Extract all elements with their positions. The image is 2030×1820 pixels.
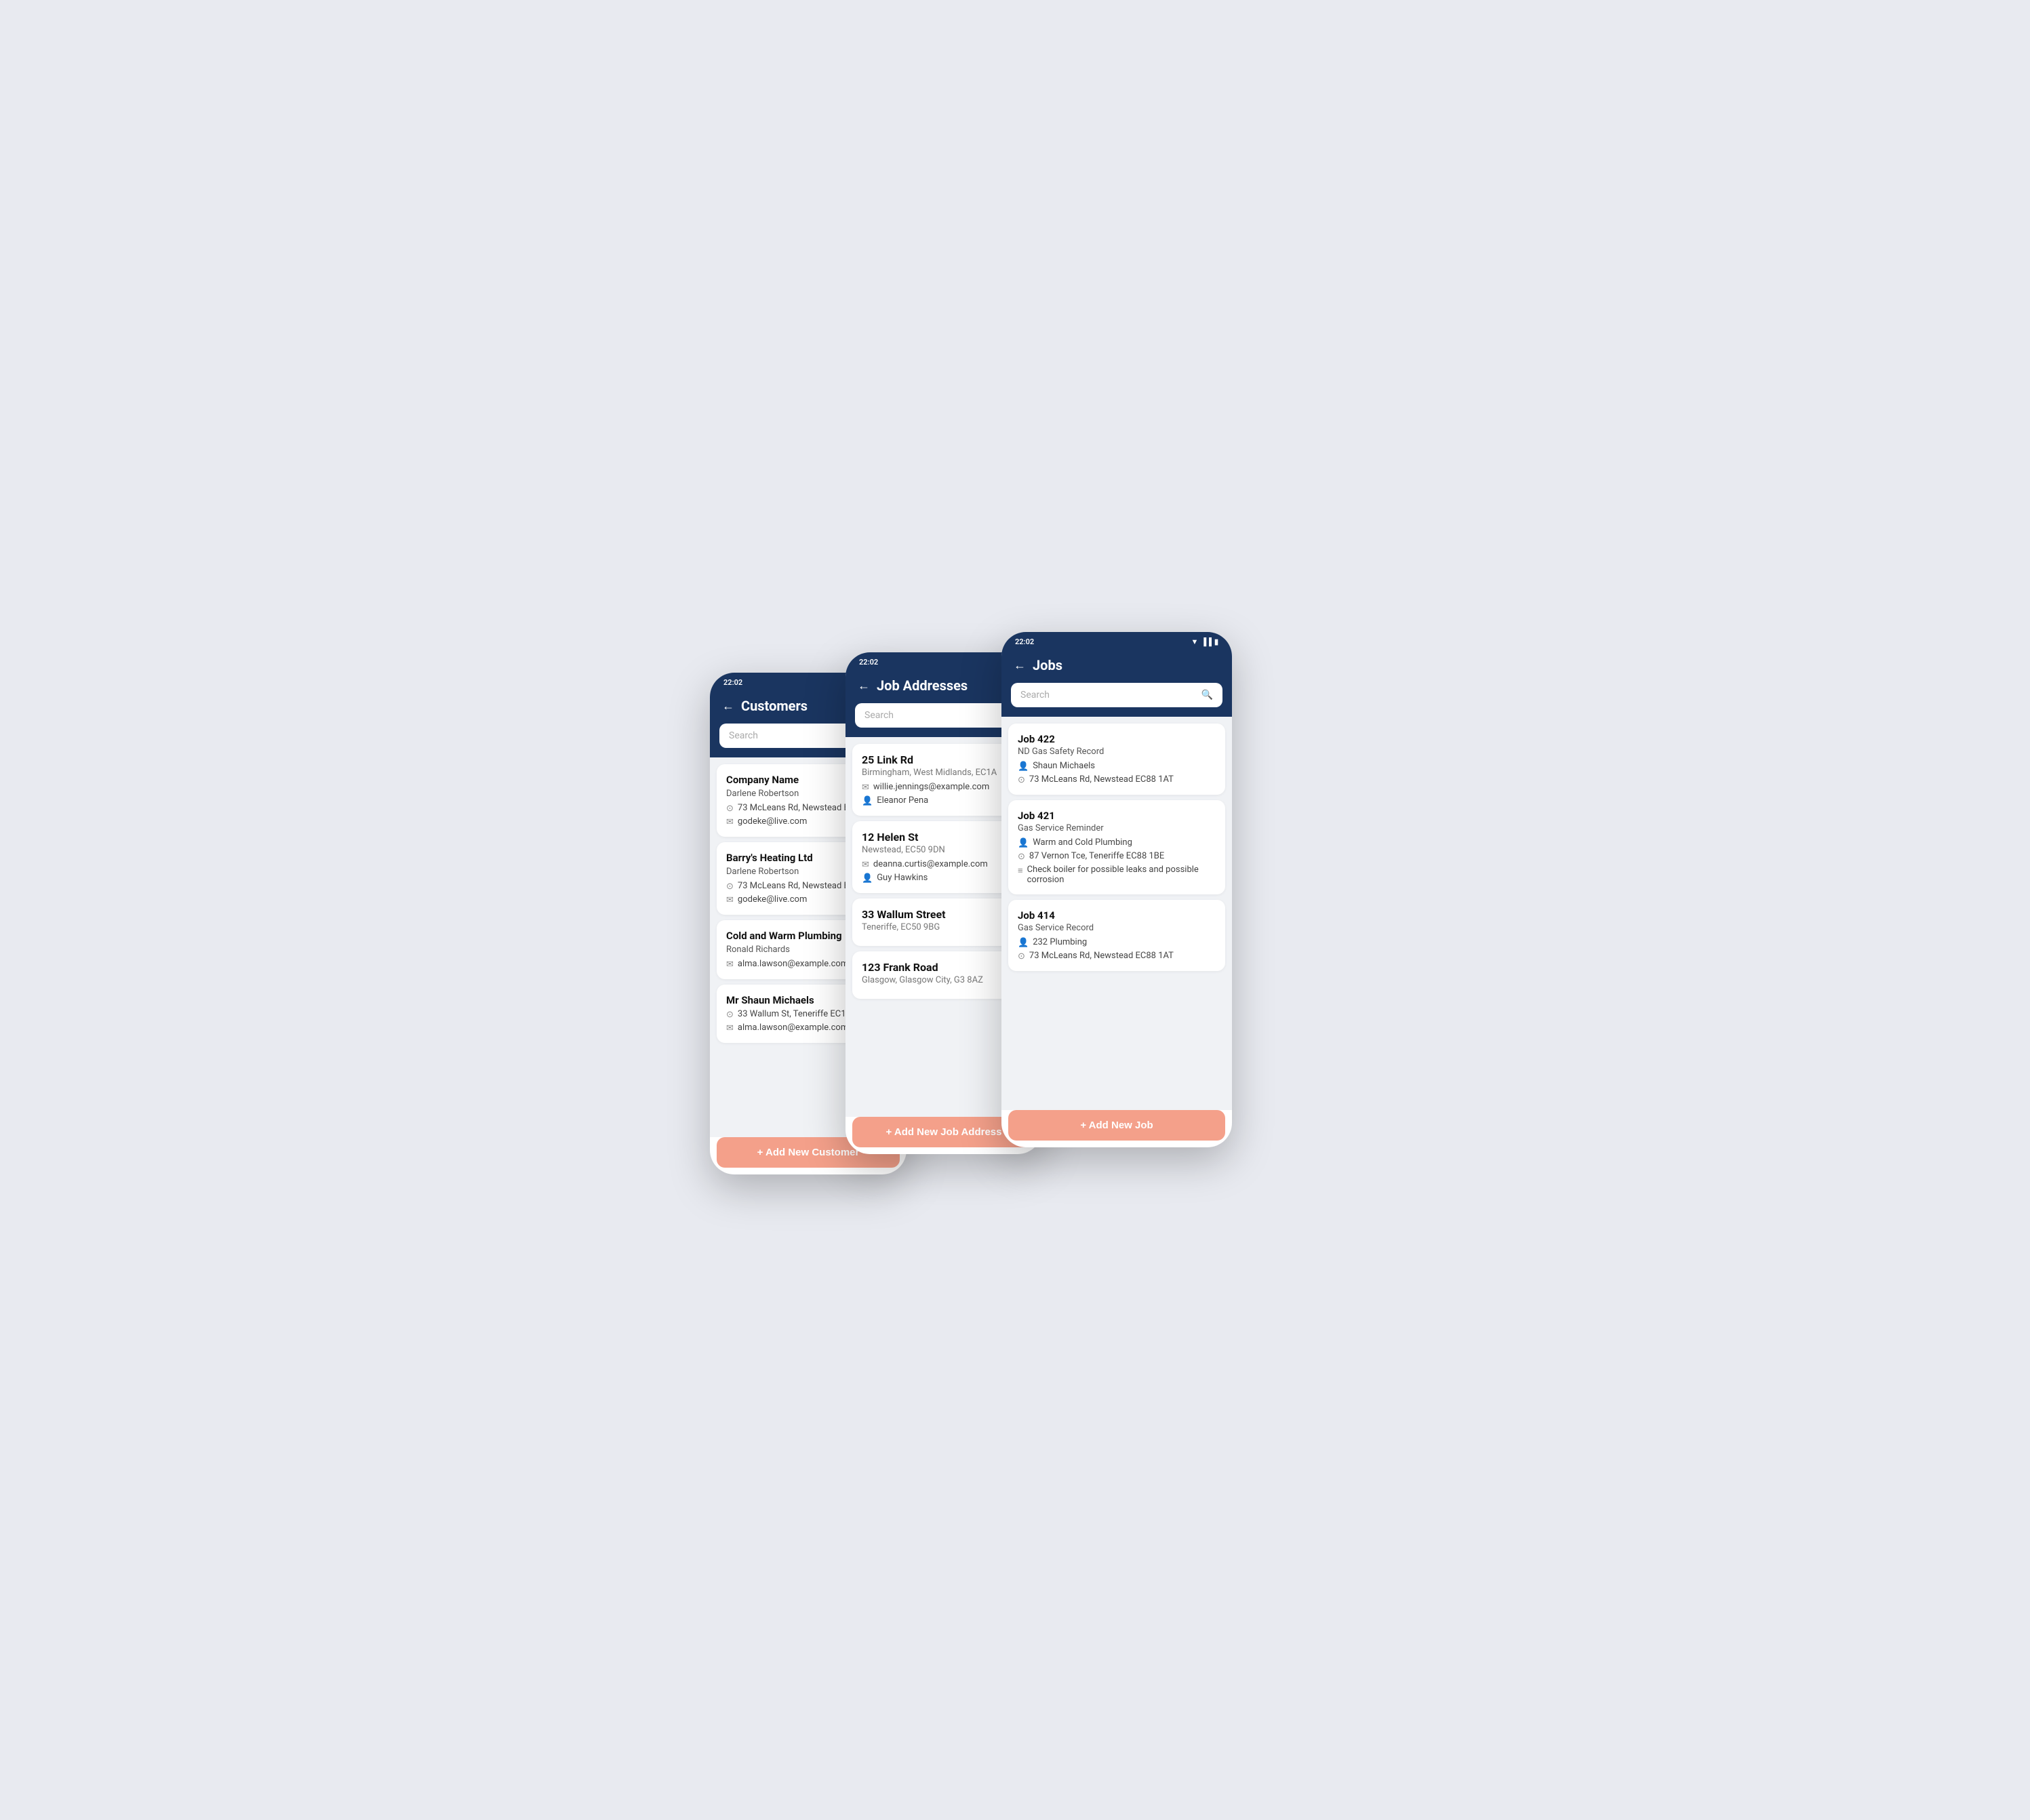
job-person-1: Warm and Cold Plumbing	[1033, 837, 1132, 848]
address-person-0: Eleanor Pena	[877, 795, 928, 806]
jobs-phone: 22:02 ▼ ▐▐ ▮ ← Jobs Search 🔍 Job	[1001, 632, 1232, 1147]
jobs-search-container: Search 🔍	[1001, 683, 1232, 717]
jobs-list: Job 422 ND Gas Safety Record 👤 Shaun Mic…	[1001, 717, 1232, 1110]
job-address-0: 73 McLeans Rd, Newstead EC88 1AT	[1029, 774, 1174, 785]
job-person-row-0: 👤 Shaun Michaels	[1018, 761, 1216, 772]
email-icon-addr-0: ✉	[862, 783, 869, 793]
person-icon-addr-0: 👤	[862, 796, 873, 806]
jobs-search-placeholder: Search	[1020, 690, 1196, 700]
customers-title: Customers	[741, 698, 808, 714]
job-address-1: 87 Vernon Tce, Teneriffe EC88 1BE	[1029, 851, 1164, 861]
back-button-2[interactable]: ←	[858, 679, 870, 693]
job-address-row-1: ⊙ 87 Vernon Tce, Teneriffe EC88 1BE	[1018, 851, 1216, 862]
signal-icon-3: ▐▐	[1201, 637, 1212, 646]
email-icon-0: ✉	[726, 817, 734, 827]
email-icon-2: ✉	[726, 960, 734, 970]
status-bar-3: 22:02 ▼ ▐▐ ▮	[1001, 632, 1232, 650]
location-icon-1: ⊙	[726, 882, 734, 892]
job-person-2: 232 Plumbing	[1033, 937, 1087, 947]
jobs-search-box[interactable]: Search 🔍	[1011, 683, 1222, 707]
job-person-0: Shaun Michaels	[1033, 761, 1095, 771]
jobs-header: ← Jobs	[1001, 650, 1232, 683]
customer-email-2: alma.lawson@example.com	[738, 959, 848, 969]
time-2: 22:02	[859, 658, 878, 667]
battery-icon-3: ▮	[1214, 637, 1218, 646]
customer-email-0: godeke@live.com	[738, 816, 807, 827]
person-icon-job-1: 👤	[1018, 838, 1029, 848]
job-card-0[interactable]: Job 422 ND Gas Safety Record 👤 Shaun Mic…	[1008, 724, 1225, 795]
job-type-1: Gas Service Reminder	[1018, 823, 1216, 833]
jobs-search-icon: 🔍	[1201, 690, 1213, 700]
customer-email-3: alma.lawson@example.com	[738, 1023, 848, 1033]
email-icon-3: ✉	[726, 1023, 734, 1033]
time-1: 22:02	[723, 678, 742, 687]
wifi-icon-3: ▼	[1191, 637, 1198, 646]
location-icon-job-2: ⊙	[1018, 951, 1025, 962]
job-card-2[interactable]: Job 414 Gas Service Record 👤 232 Plumbin…	[1008, 900, 1225, 971]
location-icon-job-1: ⊙	[1018, 852, 1025, 862]
jobs-title: Jobs	[1033, 657, 1062, 673]
address-email-1: deanna.curtis@example.com	[873, 859, 988, 869]
back-button-3[interactable]: ←	[1014, 658, 1026, 673]
email-icon-1: ✉	[726, 895, 734, 905]
note-icon-job-1: ≡	[1018, 865, 1023, 876]
job-type-2: Gas Service Record	[1018, 923, 1216, 933]
job-person-row-2: 👤 232 Plumbing	[1018, 937, 1216, 948]
job-note-row-1: ≡ Check boiler for possible leaks and po…	[1018, 865, 1216, 885]
job-person-row-1: 👤 Warm and Cold Plumbing	[1018, 837, 1216, 848]
person-icon-job-2: 👤	[1018, 938, 1029, 948]
job-number-1: Job 421	[1018, 810, 1216, 822]
job-note-1: Check boiler for possible leaks and poss…	[1027, 865, 1216, 885]
location-icon-0: ⊙	[726, 804, 734, 814]
person-icon-job-0: 👤	[1018, 761, 1029, 772]
email-icon-addr-1: ✉	[862, 860, 869, 870]
job-type-0: ND Gas Safety Record	[1018, 747, 1216, 757]
location-icon-3: ⊙	[726, 1010, 734, 1020]
job-number-2: Job 414	[1018, 909, 1216, 922]
time-3: 22:02	[1015, 637, 1034, 646]
job-addresses-title: Job Addresses	[877, 677, 968, 694]
job-number-0: Job 422	[1018, 733, 1216, 745]
address-person-1: Guy Hawkins	[877, 873, 928, 883]
customer-email-1: godeke@live.com	[738, 894, 807, 905]
job-address-row-0: ⊙ 73 McLeans Rd, Newstead EC88 1AT	[1018, 774, 1216, 785]
job-address-2: 73 McLeans Rd, Newstead EC88 1AT	[1029, 951, 1174, 961]
add-job-button[interactable]: + Add New Job	[1008, 1110, 1225, 1141]
job-addresses-search-placeholder: Search	[864, 710, 1023, 721]
job-card-1[interactable]: Job 421 Gas Service Reminder 👤 Warm and …	[1008, 800, 1225, 894]
person-icon-addr-1: 👤	[862, 873, 873, 884]
back-button-1[interactable]: ←	[722, 699, 734, 713]
location-icon-job-0: ⊙	[1018, 775, 1025, 785]
address-email-0: willie.jennings@example.com	[873, 782, 989, 792]
status-icons-3: ▼ ▐▐ ▮	[1191, 637, 1218, 646]
job-address-row-2: ⊙ 73 McLeans Rd, Newstead EC88 1AT	[1018, 951, 1216, 962]
